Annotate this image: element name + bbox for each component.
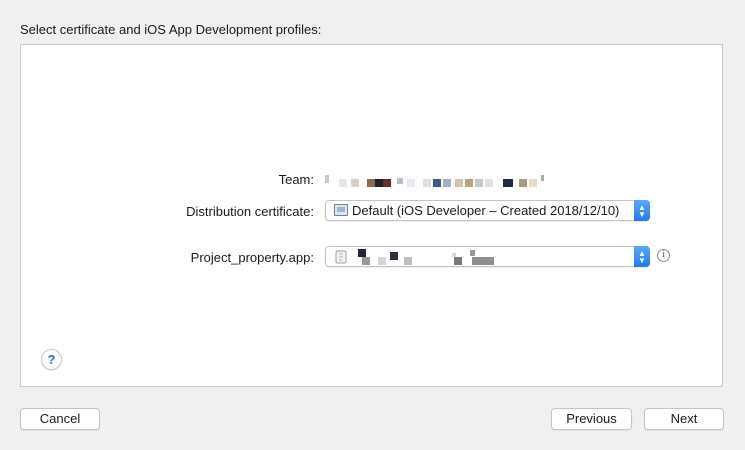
cancel-button[interactable]: Cancel [20, 408, 100, 430]
team-label: Team: [278, 172, 314, 187]
popup-chevron-icon[interactable]: ▲ ▼ [634, 246, 650, 267]
distribution-certificate-popup[interactable]: Default (iOS Developer – Created 2018/12… [325, 200, 650, 221]
previous-button[interactable]: Previous [551, 408, 632, 430]
redacted-profile-name [352, 247, 632, 266]
redacted-team-name [325, 172, 555, 188]
team-value [325, 172, 555, 188]
sheet-title: Select certificate and iOS App Developme… [20, 22, 322, 37]
certificate-icon [334, 204, 348, 216]
info-icon[interactable]: i [657, 249, 670, 262]
distribution-certificate-value: Default (iOS Developer – Created 2018/12… [352, 203, 620, 218]
certificate-sheet: Select certificate and iOS App Developme… [0, 0, 745, 450]
help-button[interactable]: ? [41, 349, 62, 370]
settings-panel: Team: Distribution certificate: Default … [20, 44, 723, 387]
app-profile-popup[interactable]: ▲ ▼ [325, 246, 650, 267]
distribution-certificate-label: Distribution certificate: [186, 204, 314, 219]
popup-chevron-icon[interactable]: ▲ ▼ [634, 200, 650, 221]
app-profile-label: Project_property.app: [190, 250, 314, 265]
provisioning-profile-icon [335, 250, 347, 264]
next-button[interactable]: Next [644, 408, 724, 430]
